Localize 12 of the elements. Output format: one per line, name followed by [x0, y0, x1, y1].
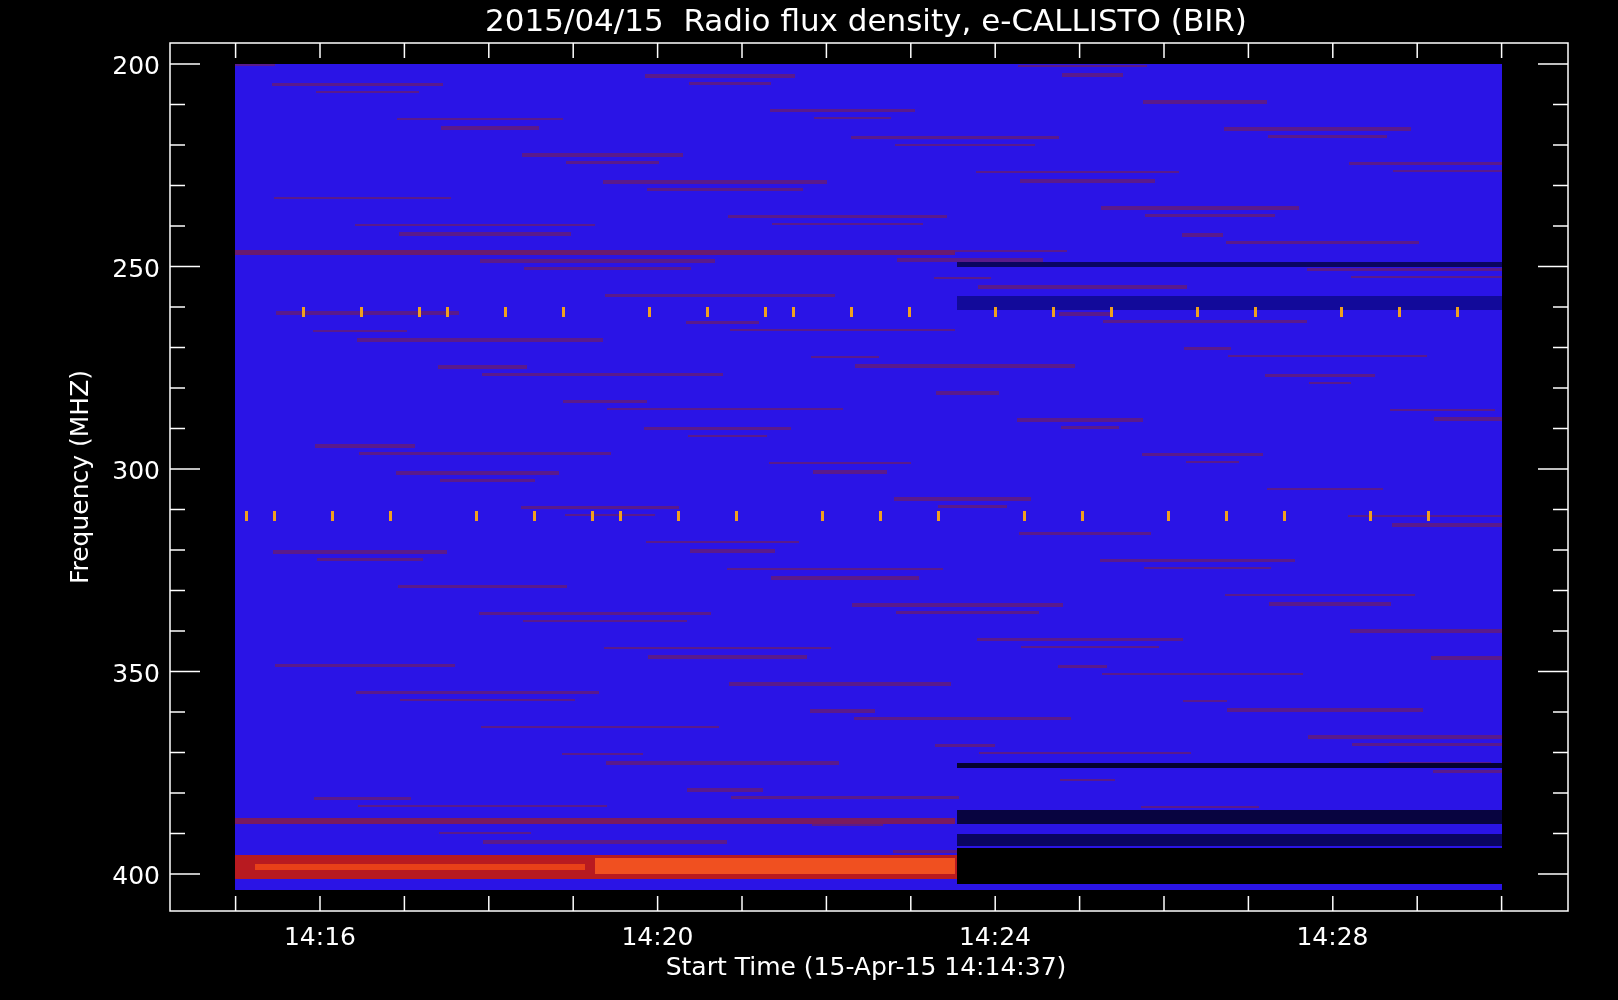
y-tick-label: 300	[112, 456, 160, 485]
y-tick-label: 200	[112, 51, 160, 80]
plot-title: 2015/04/15 Radio flux density, e-CALLISTO (BIR)	[485, 2, 1247, 38]
x-tick-label: 14:20	[621, 922, 694, 951]
x-tick-label: 14:24	[959, 922, 1031, 951]
y-tick-label: 350	[112, 658, 160, 688]
y-tick-label: 400	[112, 861, 160, 890]
y-tick-label: 250	[112, 253, 160, 283]
x-tick-label: 14:16	[284, 922, 356, 951]
y-axis-label: Frequency (MHZ)	[65, 369, 94, 585]
x-tick-label: 14:28	[1296, 922, 1369, 951]
x-axis-label: Start Time (15-Apr-15 14:14:37)	[665, 952, 1067, 981]
